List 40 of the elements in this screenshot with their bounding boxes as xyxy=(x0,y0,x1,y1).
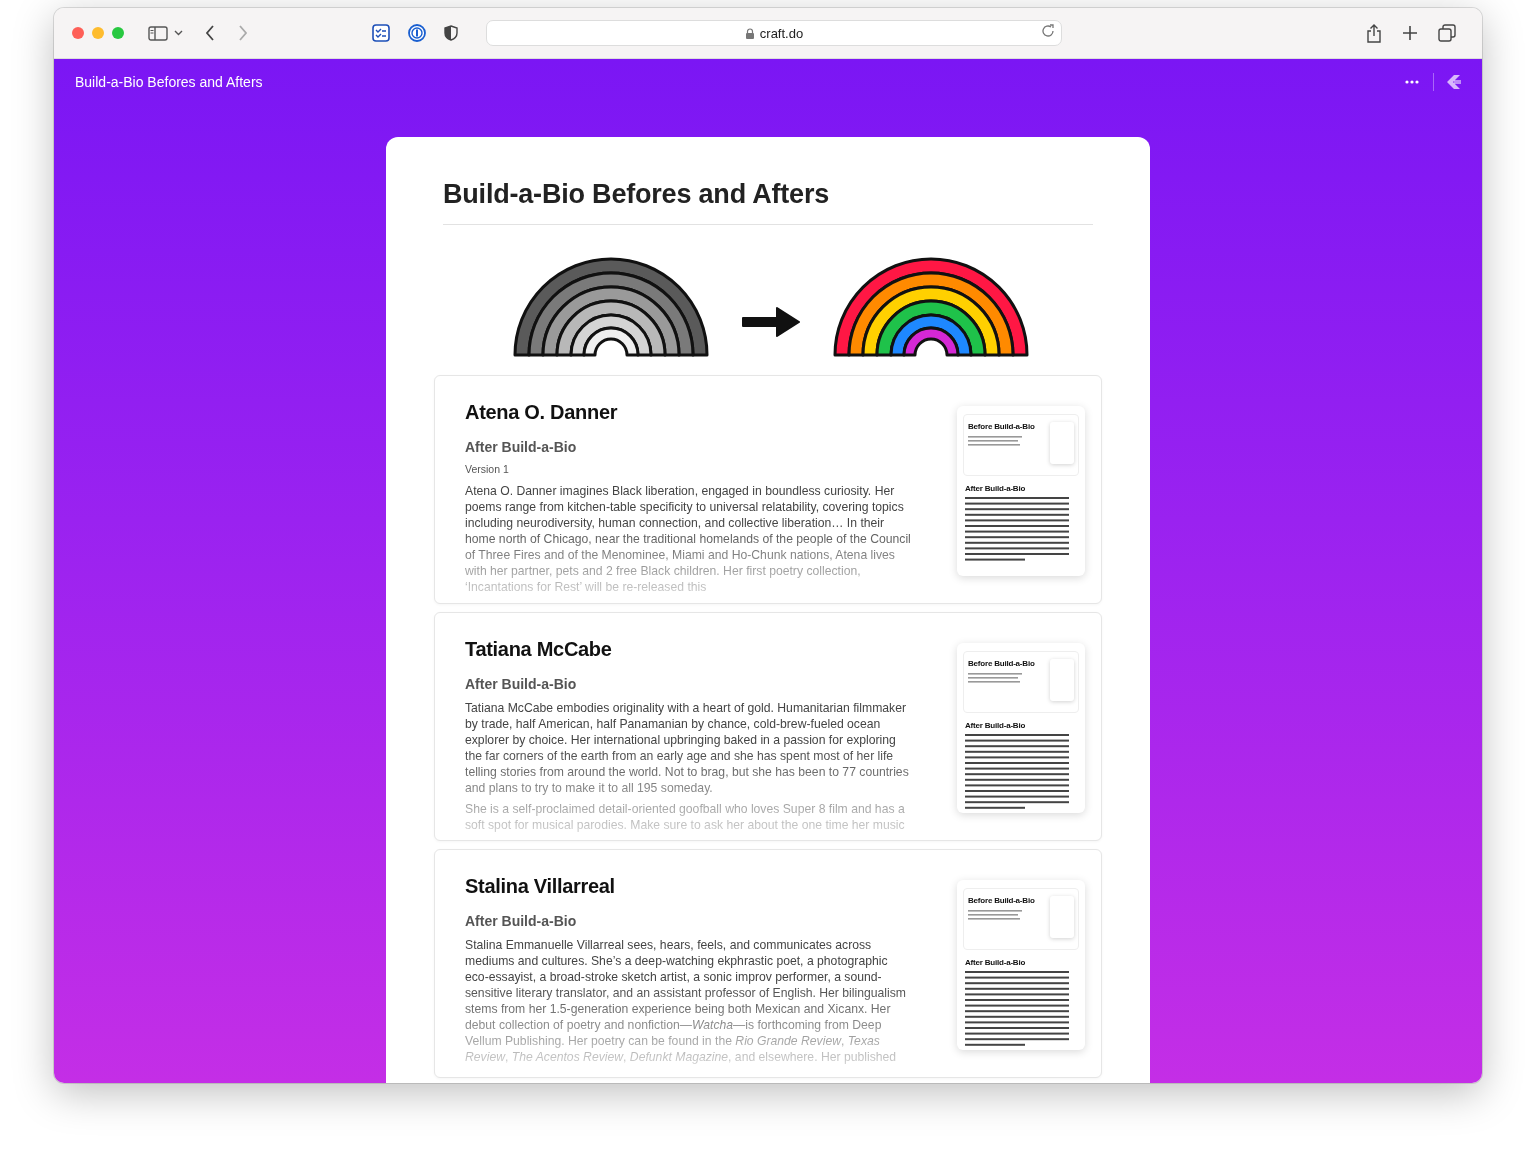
thumbnail-heading: Before Build-a-Bio xyxy=(968,659,1036,668)
text-lines-drawing xyxy=(968,910,1022,923)
text-lines-drawing xyxy=(968,673,1022,686)
logo-icon[interactable] xyxy=(1446,73,1462,90)
lock-icon xyxy=(744,27,755,39)
chevron-down-icon[interactable] xyxy=(174,29,183,37)
person-name: Stalina Villarreal xyxy=(465,875,616,898)
arrow-icon xyxy=(741,305,801,339)
thumbnail-heading: After Build-a-Bio xyxy=(965,721,1027,730)
close-button[interactable] xyxy=(72,27,84,39)
section-heading: After Build-a-Bio xyxy=(465,913,578,929)
bio-paragraph: Atena O. Danner imagines Black liberation, engaged in boundless curiosity. Her poems range from kitchen-table specificity to universal relatability, covering topics including neurodiversity, human connection, and collective liberation… In their home north of Chicago, near the traditional homelands of the people of the Council of Three Fires and of the Menominee, Miami and Ho-Chunk nations, Atena lives with her partner, pets and 2 free Black children. Her first poetry collection, ‘Incantations for Rest’ will be re-released this xyxy=(465,483,911,595)
thumbnail-heading: After Build-a-Bio xyxy=(965,958,1027,967)
thumbnail-heading: After Build-a-Bio xyxy=(965,484,1027,493)
back-icon[interactable] xyxy=(205,25,215,41)
section-heading: After Build-a-Bio xyxy=(465,439,578,455)
person-name: Tatiana McCabe xyxy=(465,638,613,661)
tabs-overview-icon[interactable] xyxy=(1438,24,1456,42)
page-thumbnail xyxy=(1050,896,1074,938)
version-label: Version 1 xyxy=(465,463,510,475)
password-manager-icon[interactable] xyxy=(408,24,426,42)
text-lines-drawing xyxy=(968,436,1022,449)
sidebar-icon xyxy=(148,24,168,42)
page-thumbnail xyxy=(1050,659,1074,701)
thumbnail-heading: Before Build-a-Bio xyxy=(968,896,1036,905)
url-text: craft.do xyxy=(759,25,804,41)
more-icon[interactable] xyxy=(1405,79,1419,84)
document-title: Build-a-Bio Befores and Afters xyxy=(75,73,264,90)
page-title: Build-a-Bio Befores and Afters xyxy=(443,179,1093,225)
person-name: Atena O. Danner xyxy=(465,401,619,424)
share-icon[interactable] xyxy=(1366,23,1382,43)
checklist-icon[interactable] xyxy=(372,24,390,42)
new-tab-icon[interactable] xyxy=(1402,25,1418,41)
address-bar[interactable]: craft.do xyxy=(486,20,1062,46)
section-heading: After Build-a-Bio xyxy=(465,676,578,692)
shield-icon[interactable] xyxy=(444,25,458,41)
thumbnail-heading: Before Build-a-Bio xyxy=(968,422,1036,431)
page-thumbnail xyxy=(1050,422,1074,464)
reload-icon[interactable] xyxy=(1042,24,1055,38)
bio-paragraph: Tatiana McCabe embodies originality with a heart of gold. Humanitarian filmmaker by trade, half American, half Panamanian by chance, cold-brew-fueled ocean explorer by choice. Her international upbringing baked in a passion for exploring the far corners of the earth from an early age and she has spent most of her life telling stories from around the world. Not to brag, but she has been to 77 countries and plans to try to make it to all 195 someday. xyxy=(465,700,910,796)
